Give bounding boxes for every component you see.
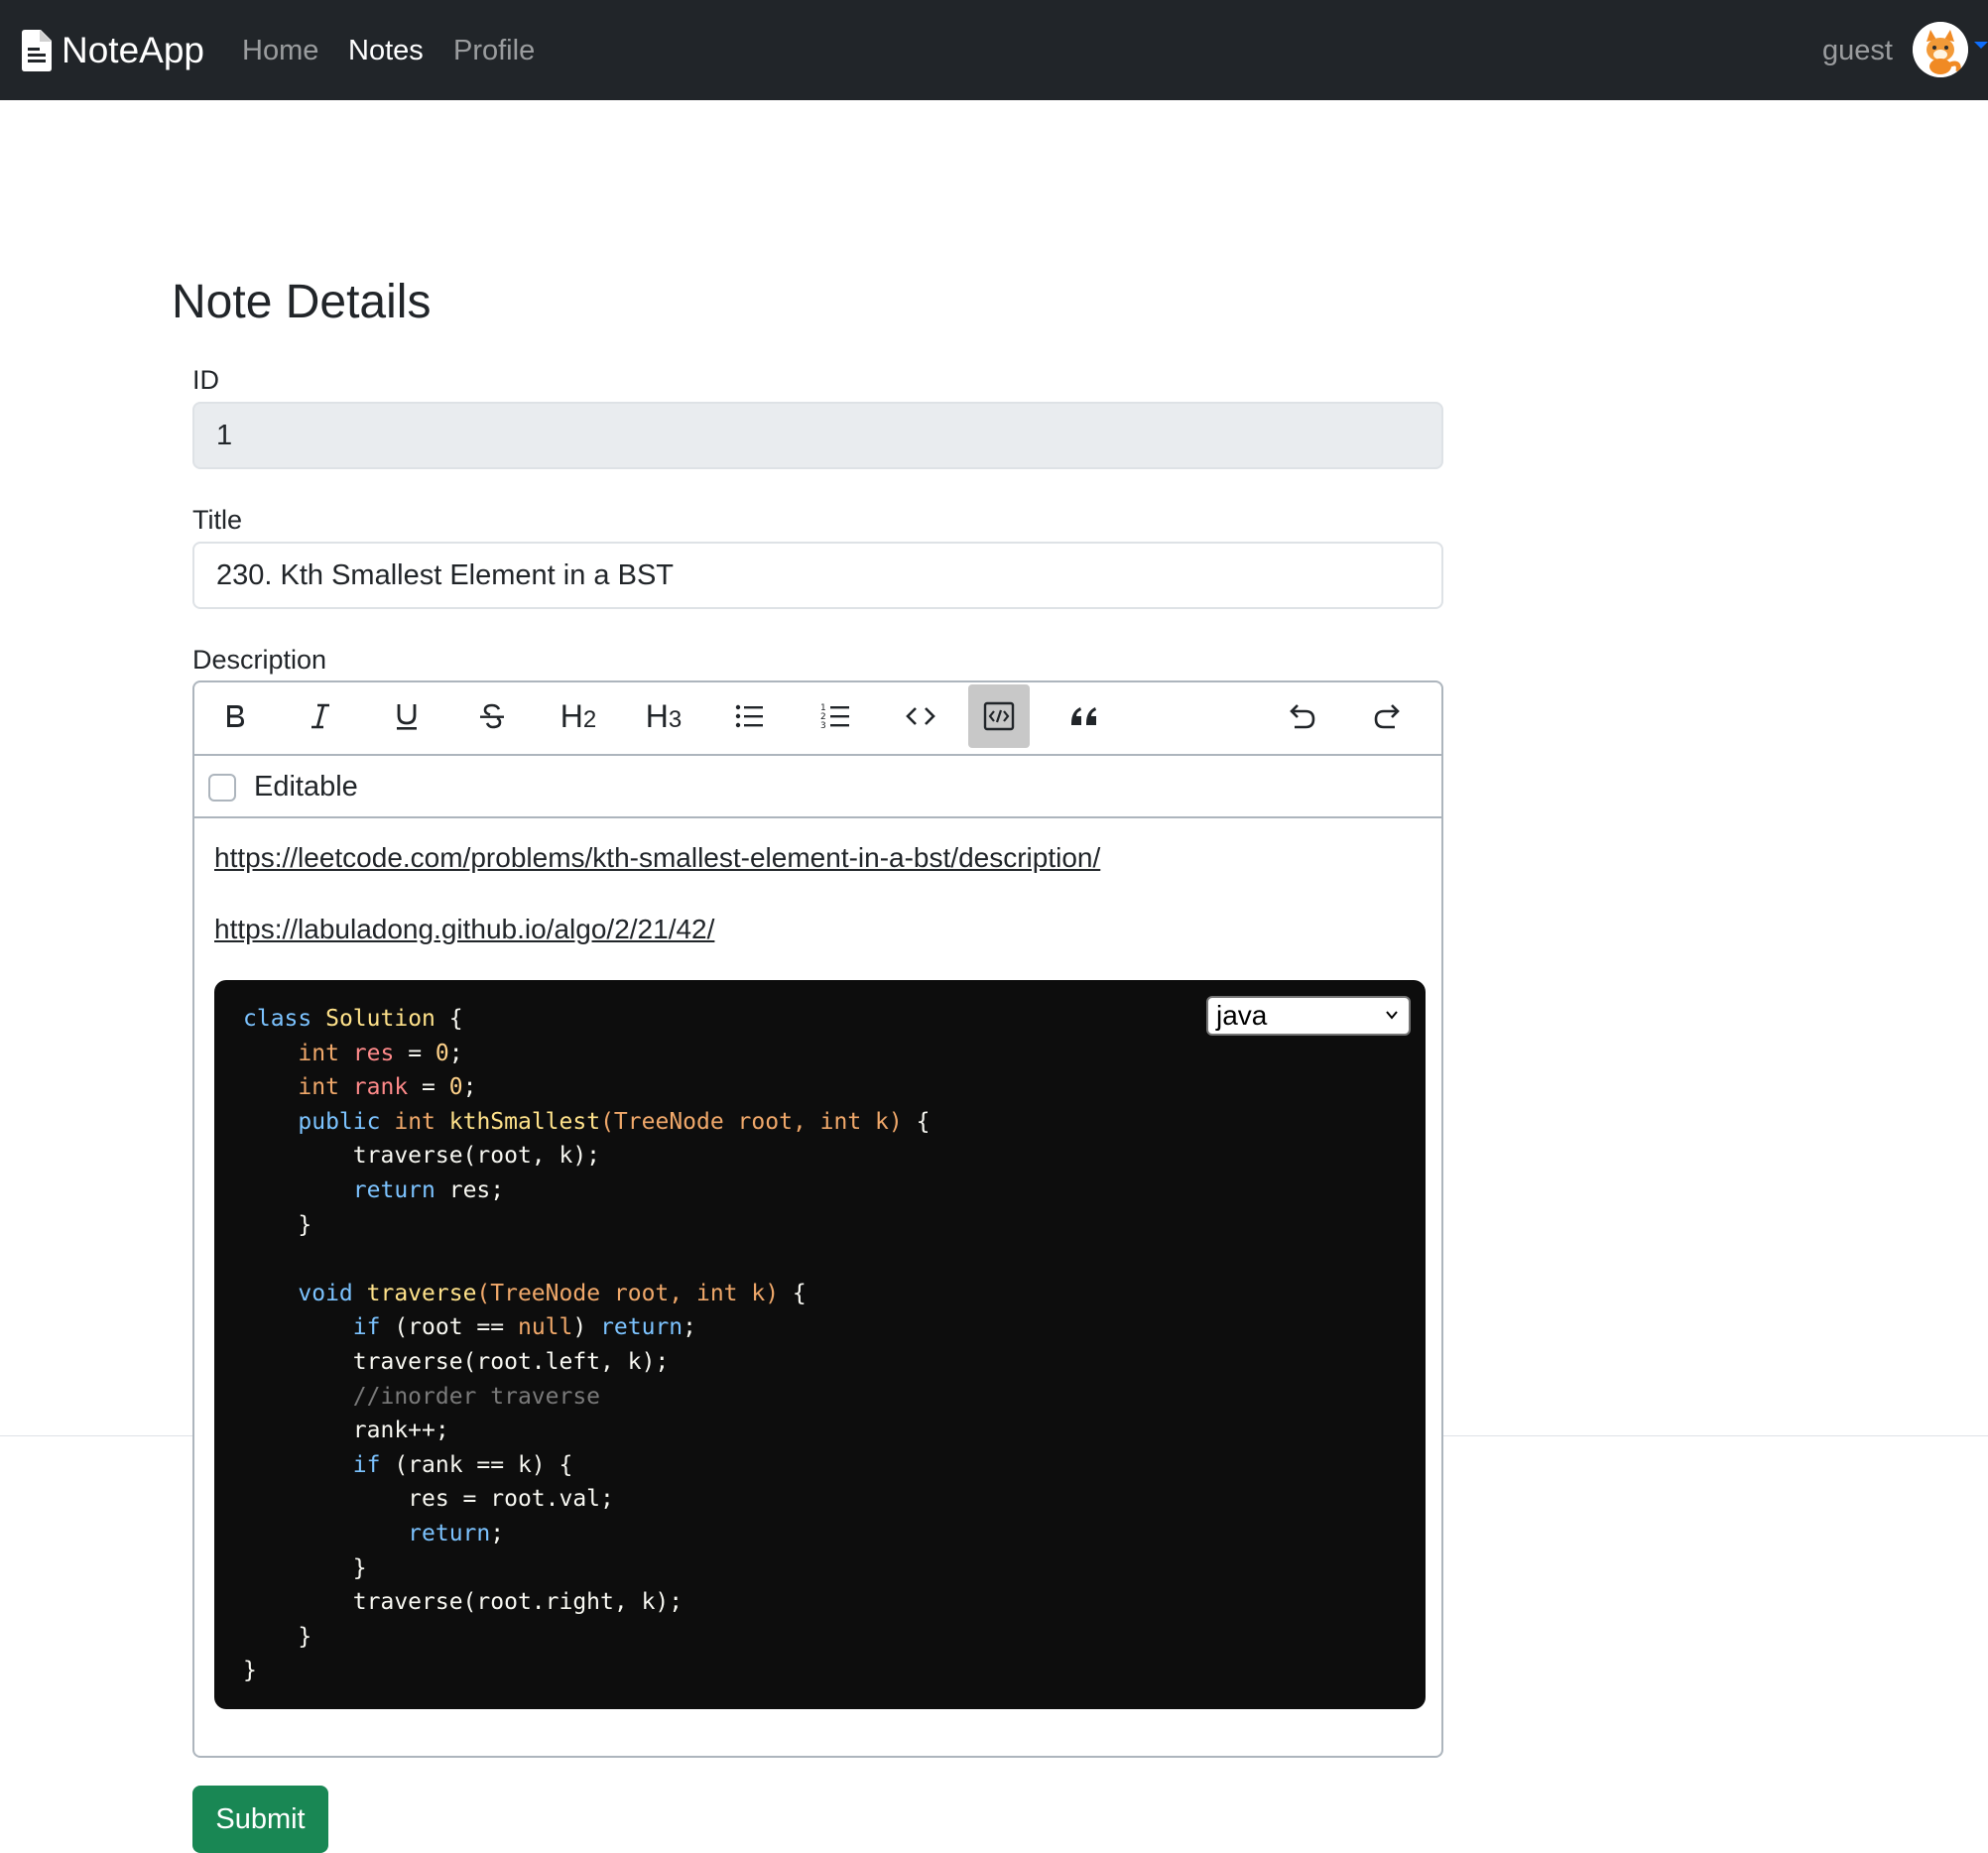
ordered-list-button[interactable]: 123 [805,684,866,748]
ordered-list-icon: 123 [820,703,849,731]
bold-button[interactable] [204,684,266,748]
heading-3-button[interactable]: H3 [633,684,694,748]
submit-button[interactable]: Submit [192,1786,328,1853]
language-select-value: java [1216,1000,1268,1031]
strikethrough-button[interactable] [461,684,523,748]
redo-icon [1374,704,1400,729]
blockquote-button[interactable] [1054,684,1115,748]
chevron-down-icon [1386,1011,1398,1020]
editable-label: Editable [254,771,358,803]
undo-icon [1290,704,1315,729]
brand-link[interactable]: NoteApp [22,26,204,75]
description-label: Description [192,645,327,675]
page-title: Note Details [172,276,432,328]
bullet-list-icon [735,704,763,728]
inline-code-button[interactable] [890,684,951,748]
redo-button[interactable] [1357,684,1419,748]
brand-name: NoteApp [62,30,204,70]
code-block-icon [983,701,1015,731]
editable-checkbox[interactable] [208,774,236,802]
navbar: NoteApp Home Notes Profile guest [0,0,1988,100]
editable-toggle-row: Editable [194,756,1441,818]
code-icon [906,707,935,725]
heading-3-icon: H3 [645,697,683,734]
avatar[interactable] [1913,22,1968,77]
editor-toolbar: H2 H3 123 [192,680,1443,756]
nav-link-home[interactable]: Home [242,30,318,71]
id-field: 1 [192,402,1443,469]
title-field[interactable]: 230. Kth Smallest Element in a BST [192,542,1443,609]
svg-text:3: 3 [820,721,826,731]
editor-content[interactable]: Editable https://leetcode.com/problems/k… [192,756,1443,1758]
chevron-down-icon[interactable] [1974,42,1988,49]
code-block[interactable]: java class Solution { int res = 0; int r… [214,980,1426,1709]
bullet-list-button[interactable] [718,684,780,748]
language-select[interactable]: java [1206,996,1411,1036]
italic-icon [311,703,329,729]
heading-2-button[interactable]: H2 [548,684,609,748]
blockquote-icon [1071,707,1096,725]
id-label: ID [192,365,219,395]
labuladong-link[interactable]: https://labuladong.github.io/algo/2/21/4… [214,911,714,948]
title-label: Title [192,505,243,535]
undo-button[interactable] [1271,684,1332,748]
heading-2-icon: H2 [559,697,597,734]
nav-link-profile[interactable]: Profile [453,30,535,71]
leetcode-link[interactable]: https://leetcode.com/problems/kth-smalle… [214,839,1100,877]
strikethrough-icon [480,703,504,729]
bold-icon [227,705,244,727]
code-block-button[interactable] [968,684,1030,748]
underline-button[interactable] [376,684,437,748]
file-icon [22,30,52,71]
nav-link-notes[interactable]: Notes [348,30,424,71]
username: guest [1822,35,1893,66]
code-content: class Solution { int res = 0; int rank =… [243,1006,931,1684]
italic-button[interactable] [290,684,351,748]
underline-icon [397,704,417,730]
